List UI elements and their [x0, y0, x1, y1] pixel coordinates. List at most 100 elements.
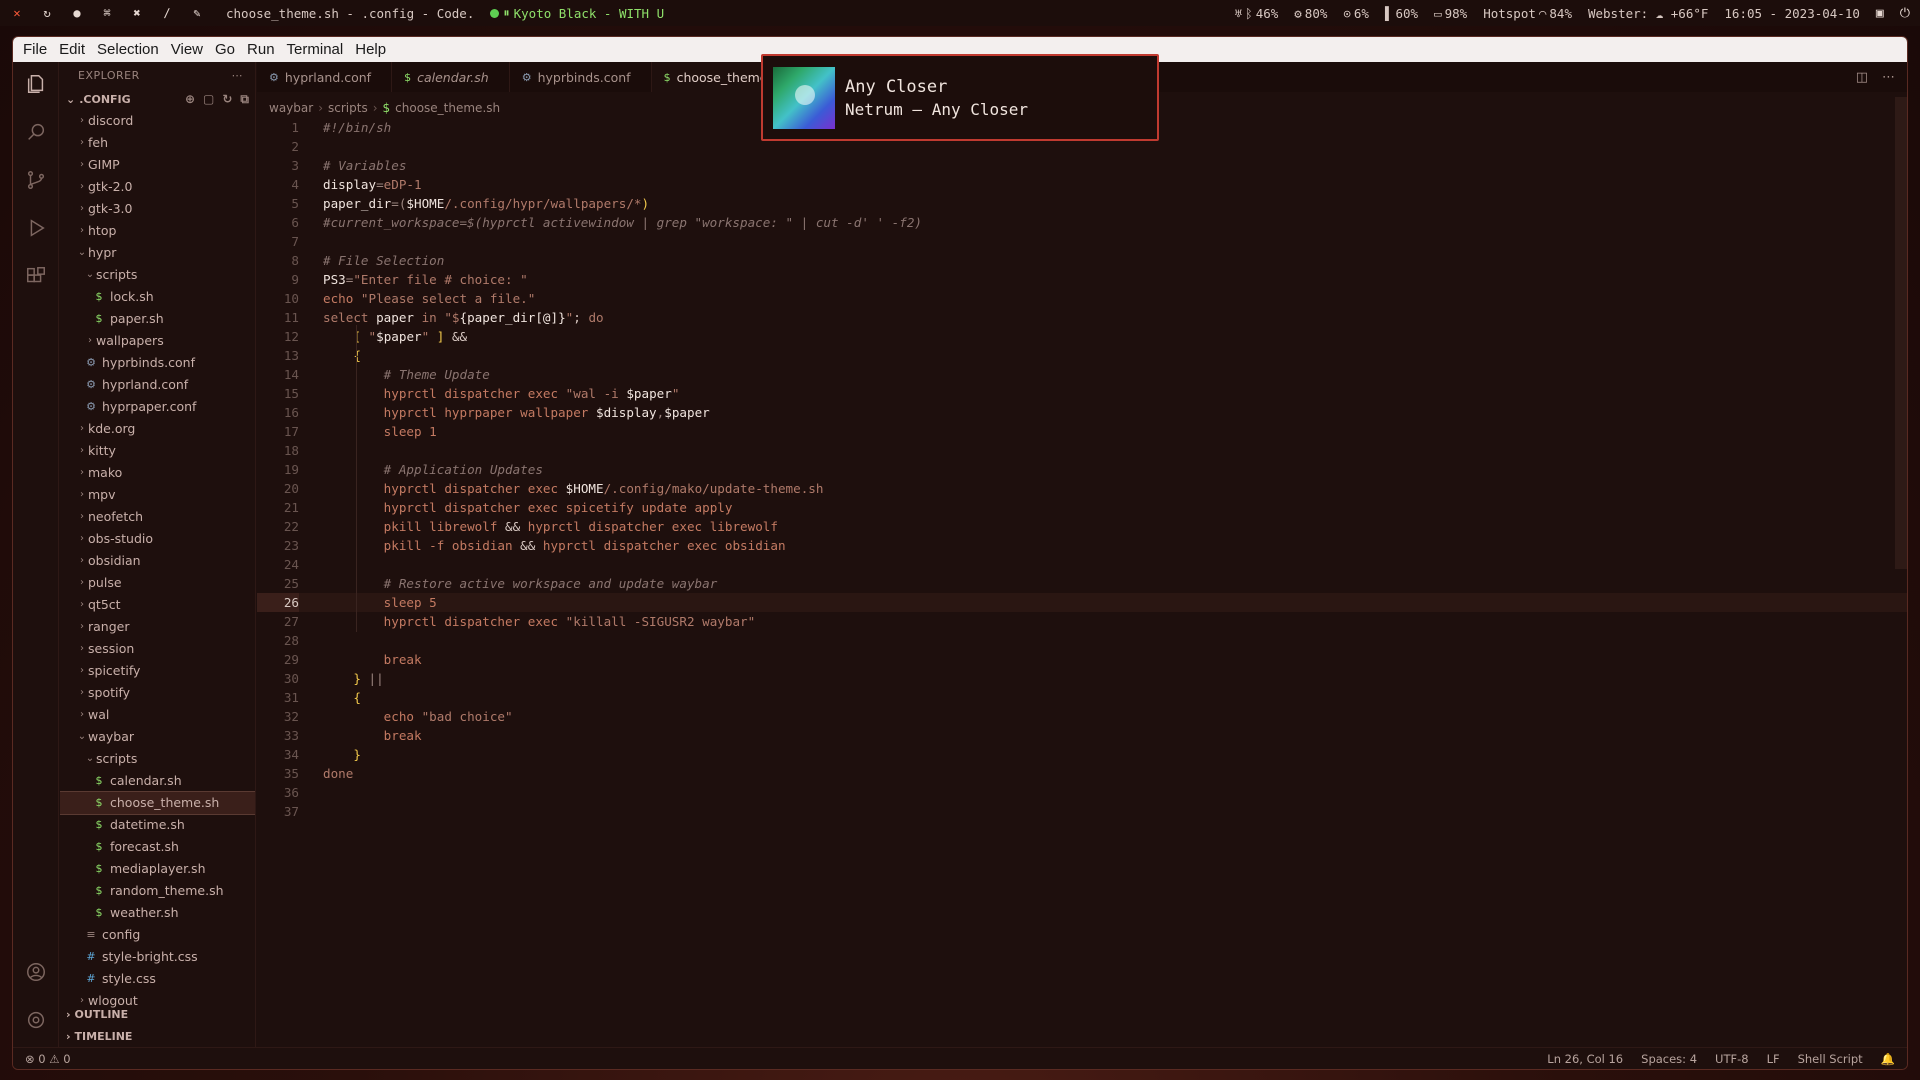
tree-folder[interactable]: › ranger: [60, 616, 255, 638]
workspace-1-icon[interactable]: ✕: [10, 6, 24, 20]
editor-tab[interactable]: ⚙ hyprland.conf: [257, 62, 393, 92]
tree-folder[interactable]: › qt5ct: [60, 594, 255, 616]
editor-scrollbar[interactable]: [1895, 97, 1907, 569]
tree-file[interactable]: ≡ config: [60, 924, 255, 946]
more-actions-icon[interactable]: ⋯: [232, 69, 244, 82]
tree-folder[interactable]: ⌄ scripts: [60, 748, 255, 770]
clock[interactable]: 16:05 - 2023-04-10: [1724, 6, 1859, 21]
tree-folder[interactable]: › gtk-2.0: [60, 176, 255, 198]
tree-file[interactable]: $ calendar.sh: [60, 770, 255, 792]
config-section-header[interactable]: ⌄ .CONFIG ⊕ ▢ ↻ ⧉: [60, 88, 255, 110]
tree-folder[interactable]: › pulse: [60, 572, 255, 594]
refresh-icon[interactable]: ↻: [222, 92, 232, 107]
tree-folder[interactable]: › feh: [60, 132, 255, 154]
tree-file[interactable]: ⚙ hyprbinds.conf: [60, 352, 255, 374]
source-control-icon[interactable]: [24, 168, 48, 192]
extensions-icon[interactable]: [24, 264, 48, 288]
tree-folder[interactable]: › spicetify: [60, 660, 255, 682]
tree-file[interactable]: $ datetime.sh: [60, 814, 255, 836]
more-actions-icon[interactable]: ⋯: [1882, 70, 1895, 85]
bell-icon[interactable]: 🔔: [1881, 1052, 1895, 1066]
tree-file[interactable]: # style-bright.css: [60, 946, 255, 968]
notification-popup[interactable]: Any Closer Netrum – Any Closer: [761, 54, 1159, 141]
encoding[interactable]: UTF-8: [1715, 1052, 1749, 1066]
tree-file[interactable]: # style.css: [60, 968, 255, 990]
tree-folder[interactable]: ⌄ waybar: [60, 726, 255, 748]
audio-module[interactable]: ♅ ᛒ 46%: [1235, 6, 1279, 21]
tree-folder[interactable]: › gtk-3.0: [60, 198, 255, 220]
tree-folder[interactable]: › mako: [60, 462, 255, 484]
code-editor[interactable]: 1 #!/bin/sh 2 3 # Variables 4 display=eDP-1 5 pa…: [257, 118, 1907, 1047]
media-player[interactable]: ⏸ Kyoto Black - WITH U: [490, 5, 664, 21]
tree-folder[interactable]: › obs-studio: [60, 528, 255, 550]
collapse-all-icon[interactable]: ⧉: [240, 92, 249, 107]
menu-help[interactable]: Help: [349, 37, 392, 62]
tree-folder[interactable]: › neofetch: [60, 506, 255, 528]
workspace-5-icon[interactable]: ✖: [130, 6, 144, 20]
menu-selection[interactable]: Selection: [91, 37, 165, 62]
tree-folder[interactable]: › session: [60, 638, 255, 660]
tree-folder[interactable]: › kitty: [60, 440, 255, 462]
language-mode[interactable]: Shell Script: [1798, 1052, 1863, 1066]
tree-folder[interactable]: › htop: [60, 220, 255, 242]
tree-file[interactable]: $ lock.sh: [60, 286, 255, 308]
menu-view[interactable]: View: [165, 37, 209, 62]
menu-terminal[interactable]: Terminal: [281, 37, 350, 62]
tree-file[interactable]: ⚙ hyprland.conf: [60, 374, 255, 396]
line-number: 16: [283, 405, 299, 420]
network-module[interactable]: Hotspot ◠ 84%: [1483, 6, 1572, 21]
tree-folder[interactable]: › wal: [60, 704, 255, 726]
account-icon[interactable]: [24, 960, 48, 984]
new-folder-icon[interactable]: ▢: [203, 92, 214, 107]
run-debug-icon[interactable]: [24, 216, 48, 240]
menu-file[interactable]: File: [17, 37, 53, 62]
tree-file[interactable]: $ mediaplayer.sh: [60, 858, 255, 880]
problems-indicator[interactable]: ⊗ 0 ⚠ 0: [25, 1052, 71, 1066]
new-file-icon[interactable]: ⊕: [185, 92, 195, 107]
tree-folder[interactable]: › mpv: [60, 484, 255, 506]
pause-icon[interactable]: ⏸: [503, 5, 509, 21]
tree-file[interactable]: $ forecast.sh: [60, 836, 255, 858]
tree-folder[interactable]: › kde.org: [60, 418, 255, 440]
breadcrumb-item[interactable]: choose_theme.sh: [395, 101, 500, 115]
breadcrumb-item[interactable]: scripts: [328, 101, 368, 115]
outline-section[interactable]: › OUTLINE: [60, 1003, 255, 1025]
tree-folder[interactable]: › discord: [60, 110, 255, 132]
menu-run[interactable]: Run: [241, 37, 281, 62]
tree-file[interactable]: $ random_theme.sh: [60, 880, 255, 902]
editor-tab[interactable]: $ calendar.sh: [392, 62, 510, 92]
cursor-position[interactable]: Ln 26, Col 16: [1547, 1052, 1623, 1066]
tree-file[interactable]: $ weather.sh: [60, 902, 255, 924]
tree-folder[interactable]: › obsidian: [60, 550, 255, 572]
tree-folder[interactable]: ⌄ scripts: [60, 264, 255, 286]
menu-go[interactable]: Go: [209, 37, 241, 62]
editor-tab[interactable]: ⚙ hyprbinds.conf: [510, 62, 652, 92]
ram-icon: ⊙: [1343, 5, 1351, 21]
workspace-2-icon[interactable]: ↻: [40, 6, 54, 20]
tree-folder[interactable]: › spotify: [60, 682, 255, 704]
workspace-4-icon[interactable]: ⌘: [100, 6, 114, 20]
menu-edit[interactable]: Edit: [53, 37, 91, 62]
tree-file[interactable]: $ paper.sh: [60, 308, 255, 330]
power-icon[interactable]: ⏻: [1900, 6, 1910, 21]
tree-folder[interactable]: › wallpapers: [60, 330, 255, 352]
split-editor-icon[interactable]: ◫: [1856, 70, 1868, 85]
settings-gear-icon[interactable]: [24, 1008, 48, 1032]
weather-module[interactable]: Webster: ☁ +66°F: [1588, 6, 1708, 21]
tree-file[interactable]: ⚙ hyprpaper.conf: [60, 396, 255, 418]
tree-folder[interactable]: ⌄ hypr: [60, 242, 255, 264]
workspace-6-icon[interactable]: ∕: [160, 6, 174, 20]
line-number: 24: [283, 557, 299, 572]
code-token: done: [323, 766, 354, 781]
code-token: display: [323, 177, 377, 192]
explorer-icon[interactable]: [24, 72, 48, 96]
tree-file[interactable]: $ choose_theme.sh: [60, 791, 255, 815]
workspace-3-icon[interactable]: ●: [70, 6, 84, 20]
end-of-line[interactable]: LF: [1767, 1052, 1780, 1066]
discord-icon[interactable]: ▣: [1876, 6, 1884, 21]
breadcrumb-item[interactable]: waybar: [269, 101, 313, 115]
timeline-section[interactable]: › TIMELINE: [60, 1025, 255, 1047]
tree-folder[interactable]: › GIMP: [60, 154, 255, 176]
search-icon[interactable]: [24, 120, 48, 144]
indentation[interactable]: Spaces: 4: [1641, 1052, 1697, 1066]
